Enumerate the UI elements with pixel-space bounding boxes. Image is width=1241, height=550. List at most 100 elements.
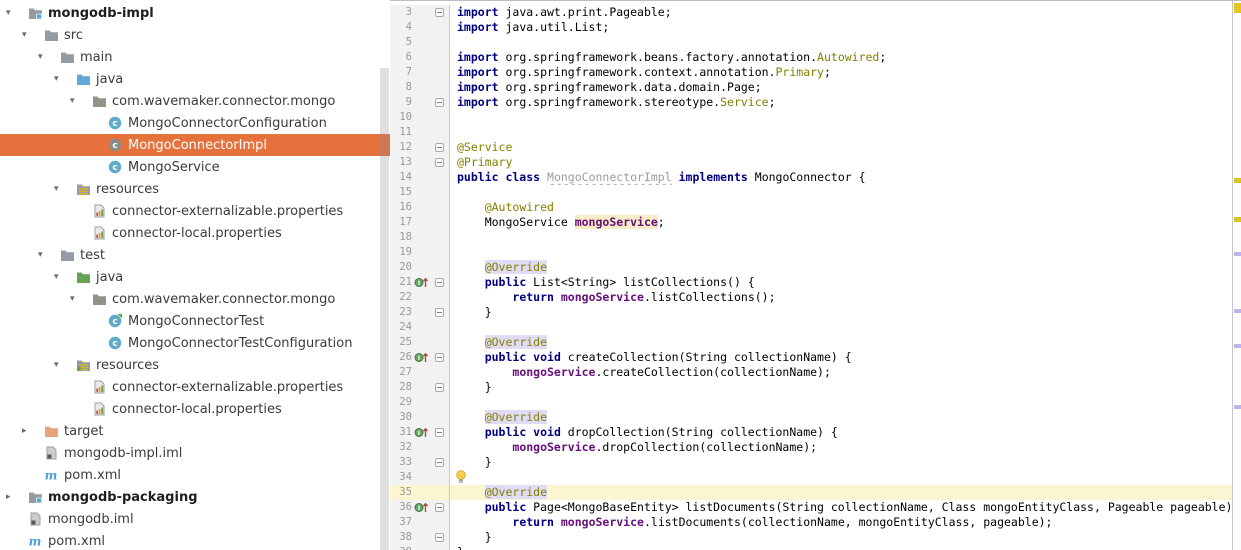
code-line[interactable]: [450, 395, 1241, 410]
code-line[interactable]: @Override: [450, 335, 1241, 350]
tree-row-com-wavemaker-connector-mongo[interactable]: ▾com.wavemaker.connector.mongo: [0, 288, 390, 310]
code-line[interactable]: @Primary: [450, 155, 1241, 170]
code-line[interactable]: }: [450, 530, 1241, 545]
chevron-collapsed-icon[interactable]: ▸: [19, 420, 44, 442]
code-line[interactable]: mongoService.dropCollection(collectionNa…: [450, 440, 1241, 455]
line-number[interactable]: 23: [390, 305, 412, 320]
warning-stripe-mark[interactable]: [1234, 217, 1241, 222]
code-line[interactable]: @Override: [450, 485, 1241, 500]
tree-row-mongoconnectorconfiguration[interactable]: cMongoConnectorConfiguration: [0, 112, 390, 134]
line-number[interactable]: 8: [390, 80, 412, 95]
fold-collapse-icon[interactable]: [435, 143, 444, 152]
code-line[interactable]: }: [450, 305, 1241, 320]
tree-row-connector-externalizable-properties[interactable]: connector-externalizable.properties: [0, 200, 390, 222]
code-line[interactable]: import org.springframework.stereotype.Se…: [450, 95, 1241, 110]
code-line[interactable]: MongoService mongoService;: [450, 215, 1241, 230]
tree-row-src[interactable]: ▾src: [0, 24, 390, 46]
tree-row-mongodb-impl-iml[interactable]: mongodb-impl.iml: [0, 442, 390, 464]
line-number[interactable]: 11: [390, 125, 412, 140]
code-line[interactable]: public void createCollection(String coll…: [450, 350, 1241, 365]
line-number[interactable]: 25: [390, 335, 412, 350]
line-number[interactable]: 19: [390, 245, 412, 260]
occurrence-stripe-mark[interactable]: [1234, 309, 1241, 313]
line-number[interactable]: 15: [390, 185, 412, 200]
line-number[interactable]: 16: [390, 200, 412, 215]
line-number[interactable]: 13: [390, 155, 412, 170]
chevron-expanded-icon[interactable]: ▾: [35, 244, 60, 266]
line-number[interactable]: 7: [390, 65, 412, 80]
code-line[interactable]: import org.springframework.beans.factory…: [450, 50, 1241, 65]
line-number[interactable]: 21: [390, 275, 412, 290]
chevron-expanded-icon[interactable]: ▾: [67, 288, 92, 310]
tree-row-mongoconnectorimpl[interactable]: cMongoConnectorImpl: [0, 134, 390, 156]
fold-collapse-icon[interactable]: [435, 503, 444, 512]
code-line[interactable]: @Override: [450, 260, 1241, 275]
code-line[interactable]: mongoService.createCollection(collection…: [450, 365, 1241, 380]
code-line[interactable]: return mongoService.listCollections();: [450, 290, 1241, 305]
code-line[interactable]: public class MongoConnectorImpl implemen…: [450, 170, 1241, 185]
tree-row-connector-local-properties[interactable]: connector-local.properties: [0, 222, 390, 244]
tree-row-mongoconnectortest[interactable]: cMongoConnectorTest: [0, 310, 390, 332]
line-number[interactable]: 33: [390, 455, 412, 470]
line-number[interactable]: 20: [390, 260, 412, 275]
code-line[interactable]: public void dropCollection(String collec…: [450, 425, 1241, 440]
chevron-expanded-icon[interactable]: ▾: [3, 2, 28, 24]
code-line[interactable]: @Service: [450, 140, 1241, 155]
occurrence-stripe-mark[interactable]: [1234, 405, 1241, 409]
tree-row-com-wavemaker-connector-mongo[interactable]: ▾com.wavemaker.connector.mongo: [0, 90, 390, 112]
code-line[interactable]: public Page<MongoBaseEntity> listDocumen…: [450, 500, 1241, 515]
tree-row-mongodb-packaging[interactable]: ▸mongodb-packaging: [0, 486, 390, 508]
fold-collapse-icon[interactable]: [435, 8, 444, 17]
line-number[interactable]: 26: [390, 350, 412, 365]
line-number[interactable]: 4: [390, 20, 412, 35]
occurrence-stripe-mark[interactable]: [1234, 344, 1241, 348]
code-line[interactable]: @Override: [450, 410, 1241, 425]
code-line[interactable]: [450, 185, 1241, 200]
chevron-expanded-icon[interactable]: ▾: [35, 46, 60, 68]
code-line[interactable]: [450, 245, 1241, 260]
chevron-expanded-icon[interactable]: ▾: [51, 178, 76, 200]
code-line[interactable]: [450, 125, 1241, 140]
chevron-expanded-icon[interactable]: ▾: [51, 68, 76, 90]
code-line[interactable]: [450, 35, 1241, 50]
line-number[interactable]: 37: [390, 515, 412, 530]
tree-row-pom-xml[interactable]: mpom.xml: [0, 464, 390, 486]
tree-row-mongodb-impl[interactable]: ▾mongodb-impl: [0, 2, 390, 24]
tree-row-target[interactable]: ▸target: [0, 420, 390, 442]
line-number[interactable]: 3: [390, 5, 412, 20]
line-number[interactable]: 5: [390, 35, 412, 50]
code-line[interactable]: [450, 110, 1241, 125]
line-number[interactable]: 28: [390, 380, 412, 395]
tree-scrollbar[interactable]: [380, 68, 389, 550]
tree-row-connector-externalizable-properties[interactable]: connector-externalizable.properties: [0, 376, 390, 398]
overrides-method-gutter-icon[interactable]: I: [412, 500, 430, 515]
code-line[interactable]: import java.util.List;: [450, 20, 1241, 35]
code-line[interactable]: import org.springframework.context.annot…: [450, 65, 1241, 80]
line-number[interactable]: 38: [390, 530, 412, 545]
line-number[interactable]: 17: [390, 215, 412, 230]
line-number[interactable]: 9: [390, 95, 412, 110]
line-number[interactable]: 10: [390, 110, 412, 125]
chevron-collapsed-icon[interactable]: ▸: [3, 486, 28, 508]
inspection-status-icon[interactable]: [1234, 3, 1241, 13]
tree-row-mongoservice[interactable]: cMongoService: [0, 156, 390, 178]
tree-row-test[interactable]: ▾test: [0, 244, 390, 266]
overrides-method-gutter-icon[interactable]: I: [412, 275, 430, 290]
code-line[interactable]: }: [450, 455, 1241, 470]
line-number[interactable]: 18: [390, 230, 412, 245]
occurrence-stripe-mark[interactable]: [1234, 252, 1241, 256]
chevron-expanded-icon[interactable]: ▾: [67, 90, 92, 112]
line-number[interactable]: 36: [390, 500, 412, 515]
fold-collapse-icon[interactable]: [435, 428, 444, 437]
code-line[interactable]: import java.awt.print.Pageable;: [450, 5, 1241, 20]
tree-row-connector-local-properties[interactable]: connector-local.properties: [0, 398, 390, 420]
tree-row-pom-xml[interactable]: mpom.xml: [0, 530, 390, 550]
fold-end-icon[interactable]: [435, 458, 444, 467]
fold-end-icon[interactable]: [435, 533, 444, 542]
code-line[interactable]: import org.springframework.data.domain.P…: [450, 80, 1241, 95]
line-number[interactable]: 6: [390, 50, 412, 65]
line-number[interactable]: 32: [390, 440, 412, 455]
line-number[interactable]: 30: [390, 410, 412, 425]
tree-row-mongoconnectortestconfiguration[interactable]: cMongoConnectorTestConfiguration: [0, 332, 390, 354]
tree-row-java[interactable]: ▾java: [0, 266, 390, 288]
